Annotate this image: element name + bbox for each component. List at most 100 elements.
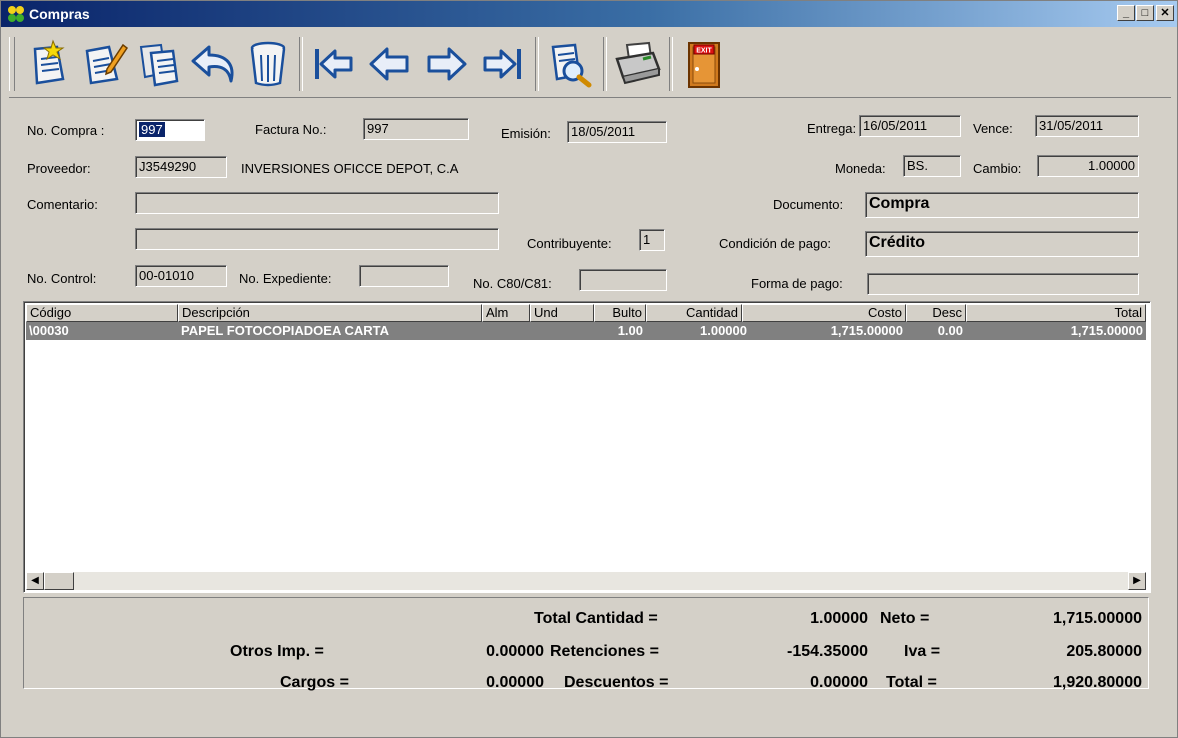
print-button[interactable] [613,39,663,89]
column-header-bulto[interactable]: Bulto [594,304,646,322]
column-header-descripcion[interactable]: Descripción [178,304,482,322]
column-header-desc[interactable]: Desc [906,304,966,322]
cambio-label: Cambio: [973,161,1022,176]
edit-document-icon [85,43,129,85]
total-cantidad-label: Total Cantidad = [534,610,658,627]
arrow-left-icon: ◀ [31,575,39,586]
title-bar[interactable]: Compras _ □ ✕ [1,1,1177,27]
items-grid[interactable]: Código Descripción Alm Und Bulto Cantida… [23,301,1151,593]
delete-button[interactable] [243,39,293,89]
retenciones-value: -154.35000 [787,643,868,660]
forma-pago-label: Forma de pago: [751,276,843,291]
edit-button[interactable] [79,39,129,89]
copy-button[interactable] [135,39,185,89]
column-header-costo[interactable]: Costo [742,304,906,322]
search-document-icon [551,43,592,88]
toolbar-grip[interactable] [9,37,15,91]
no-control-label: No. Control: [27,271,97,286]
cell-descripcion: PAPEL FOTOCOPIADOEA CARTA [181,323,390,338]
moneda-field[interactable]: BS. [903,155,961,177]
entrega-field[interactable]: 16/05/2011 [859,115,961,137]
iva-value: 205.80000 [1066,643,1142,660]
next-record-icon [427,47,467,81]
last-record-button[interactable] [477,39,527,89]
toolbar-separator [669,37,673,91]
purchase-header-form: No. Compra : 997 Factura No.: 997 Emisió… [1,101,1177,297]
new-document-icon [33,39,65,85]
exit-button[interactable]: EXIT [679,39,729,89]
arrow-right-icon: ▶ [1133,575,1141,586]
scroll-left-button[interactable]: ◀ [26,572,44,590]
total-label: Total = [886,674,937,691]
contribuyente-field[interactable]: 1 [639,229,665,251]
compras-window: Compras _ □ ✕ EXIT No. Compra: 997 Fact… [0,0,1178,738]
undo-button[interactable] [189,39,239,89]
documento-field[interactable]: Compra [865,192,1139,218]
no-c80-field[interactable] [579,269,667,291]
first-record-button[interactable] [309,39,359,89]
cell-costo: 1,715.00000 [830,323,903,338]
close-button[interactable]: ✕ [1156,5,1174,21]
no-control-field[interactable]: 00-01010 [135,265,227,287]
vence-label: Vence: [973,121,1013,136]
vence-field[interactable]: 31/05/2011 [1035,115,1139,137]
table-row[interactable]: \00030 PAPEL FOTOCOPIADOEA CARTA 1.00 1.… [26,322,1146,340]
new-button[interactable] [23,39,73,89]
no-expediente-label: No. Expediente: [239,271,332,286]
scroll-right-button[interactable]: ▶ [1128,572,1146,590]
emision-label: Emisión: [501,126,551,141]
undo-arrow-icon [191,45,234,83]
cell-cantidad: 1.00000 [700,323,747,338]
total-value: 1,920.80000 [1053,674,1142,691]
entrega-label: Entrega: [807,121,857,136]
totals-panel: Total Cantidad = 1.00000 Neto = 1,715.00… [23,597,1149,691]
cargos-label: Cargos = [280,674,349,691]
first-record-icon [315,49,353,79]
previous-record-icon [369,47,409,81]
column-header-und[interactable]: Und [530,304,594,322]
previous-record-button[interactable] [365,39,415,89]
cell-bulto: 1.00 [617,323,643,338]
retenciones-label: Retenciones = [550,643,659,660]
forma-pago-field[interactable] [867,273,1139,295]
no-expediente-field[interactable] [359,265,449,287]
comentario-label: Comentario: [27,197,98,212]
proveedor-code-field[interactable]: J3549290 [135,156,227,178]
trash-icon [250,41,286,87]
column-header-cantidad[interactable]: Cantidad [646,304,742,322]
scroll-thumb[interactable] [44,572,74,590]
next-record-button[interactable] [421,39,471,89]
neto-label: Neto = [880,610,930,627]
neto-value: 1,715.00000 [1053,610,1142,627]
factura-field[interactable]: 997 [363,118,469,140]
contribuyente-label: Contribuyente: [527,236,612,251]
cambio-field[interactable]: 1.00000 [1037,155,1139,177]
cell-alm [482,322,530,340]
no-compra-value: 997 [139,122,165,137]
search-button[interactable] [545,39,595,89]
documento-label: Documento: [773,197,844,212]
condicion-pago-label: Condición de pago: [719,236,832,251]
descuentos-label: Descuentos = [564,674,669,691]
column-header-codigo[interactable]: Código [26,304,178,322]
cargos-value: 0.00000 [486,674,544,691]
horizontal-scrollbar[interactable]: ◀ ▶ [26,572,1146,590]
descuentos-value: 0.00000 [810,674,868,691]
comentario-field-2[interactable] [135,228,499,250]
comentario-field-1[interactable] [135,192,499,214]
no-compra-label: No. Compra : [27,123,105,138]
column-header-total[interactable]: Total [966,304,1146,322]
grid-header: Código Descripción Alm Und Bulto Cantida… [26,304,1146,322]
factura-label: Factura No.: [255,122,327,137]
no-c80-label: No. C80/C81: [473,276,552,291]
maximize-button[interactable]: □ [1136,5,1154,21]
condicion-pago-field[interactable]: Crédito [865,231,1139,257]
minimize-button[interactable]: _ [1117,5,1135,21]
proveedor-name: INVERSIONES OFICCE DEPOT, C.A [241,161,459,176]
printer-icon [615,41,661,85]
window-title: Compras [29,6,90,22]
emision-field[interactable]: 18/05/2011 [567,121,667,143]
column-header-alm[interactable]: Alm [482,304,530,322]
no-compra-field[interactable]: 997 [135,119,205,141]
copy-documents-icon [139,43,179,87]
